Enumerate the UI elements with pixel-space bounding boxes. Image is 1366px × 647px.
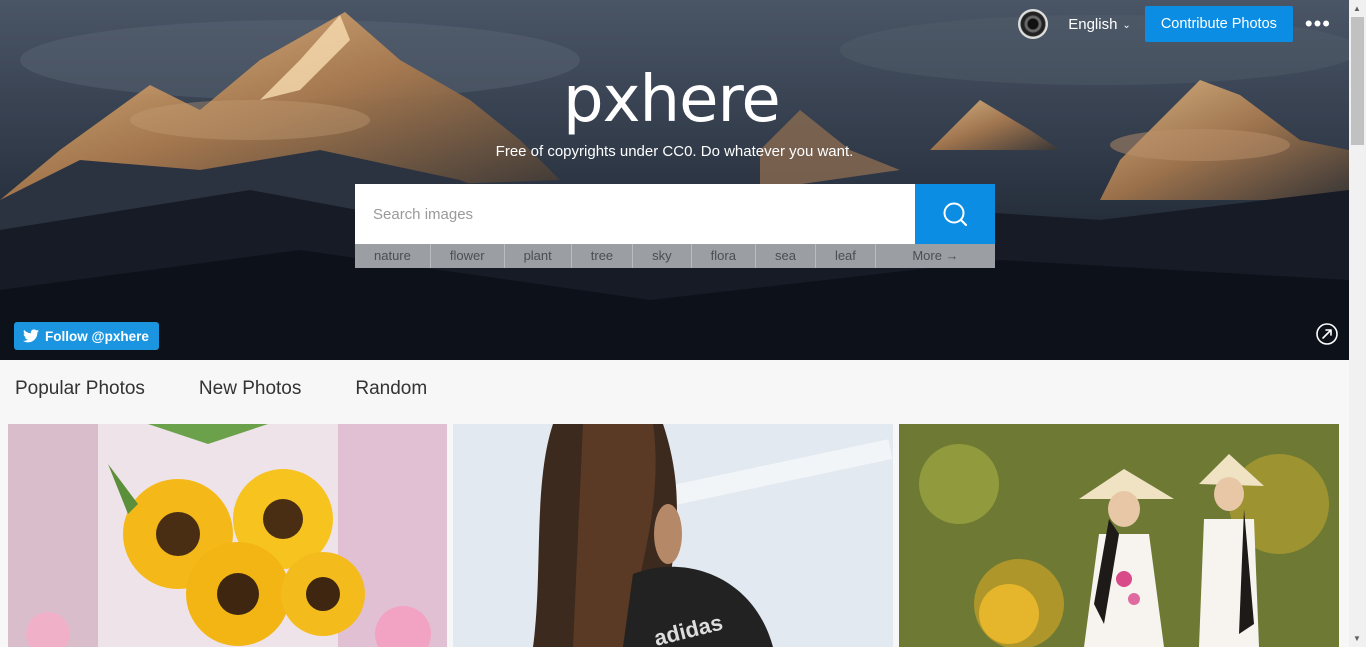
contribute-photos-button[interactable]: Contribute Photos (1144, 6, 1293, 42)
tab-popular-photos[interactable]: Popular Photos (15, 378, 145, 400)
scrollbar-thumb[interactable] (1351, 17, 1364, 145)
search-bar (355, 184, 995, 244)
hero-banner: English ⌄ Contribute Photos ••• pxhere F… (0, 0, 1349, 360)
language-selector[interactable]: English ⌄ (1068, 16, 1131, 33)
photo-woman-hair[interactable]: adidas (453, 424, 893, 647)
search-input[interactable] (355, 184, 915, 244)
scroll-down-icon[interactable]: ▼ (1353, 634, 1361, 643)
scroll-up-icon[interactable]: ▲ (1353, 4, 1361, 13)
tag-sky[interactable]: sky (633, 244, 692, 268)
photo-image (899, 424, 1339, 647)
tag-tree[interactable]: tree (572, 244, 634, 268)
refresh-icon (1316, 323, 1338, 345)
tab-new-photos[interactable]: New Photos (199, 378, 301, 400)
popular-tags: nature flower plant tree sky flora sea l… (355, 244, 995, 268)
follow-label: Follow @pxhere (45, 328, 149, 344)
refresh-background-button[interactable] (1315, 322, 1339, 346)
more-tags-link[interactable]: More → (876, 244, 995, 268)
page-scrollbar[interactable]: ▲ ▼ (1349, 0, 1366, 647)
top-bar: English ⌄ Contribute Photos ••• (1018, 6, 1331, 42)
tag-leaf[interactable]: leaf (816, 244, 876, 268)
search-button[interactable] (915, 184, 995, 244)
photo-tabs: Popular Photos New Photos Random (0, 360, 1349, 418)
mountain-background (0, 0, 1349, 360)
user-avatar[interactable] (1018, 9, 1049, 39)
chevron-down-icon: ⌄ (1122, 19, 1131, 31)
photo-image: adidas (453, 424, 893, 647)
twitter-bird-icon (23, 329, 39, 343)
tag-sea[interactable]: sea (756, 244, 816, 268)
pxhere-logo[interactable]: pxhere (563, 68, 781, 132)
more-options-icon[interactable]: ••• (1305, 13, 1331, 35)
tagline: Free of copyrights under CC0. Do whateve… (495, 143, 854, 160)
tag-flower[interactable]: flower (431, 244, 505, 268)
search-icon (943, 202, 968, 227)
photo-sunflower-bouquet[interactable] (8, 424, 447, 647)
twitter-follow-button[interactable]: Follow @pxhere (14, 322, 159, 350)
photo-two-women-ao-dai[interactable] (899, 424, 1339, 647)
tag-nature[interactable]: nature (355, 244, 431, 268)
tag-plant[interactable]: plant (505, 244, 572, 268)
tab-random[interactable]: Random (355, 378, 427, 400)
language-label: English (1068, 15, 1118, 33)
photo-image (8, 424, 447, 647)
tag-flora[interactable]: flora (692, 244, 756, 268)
